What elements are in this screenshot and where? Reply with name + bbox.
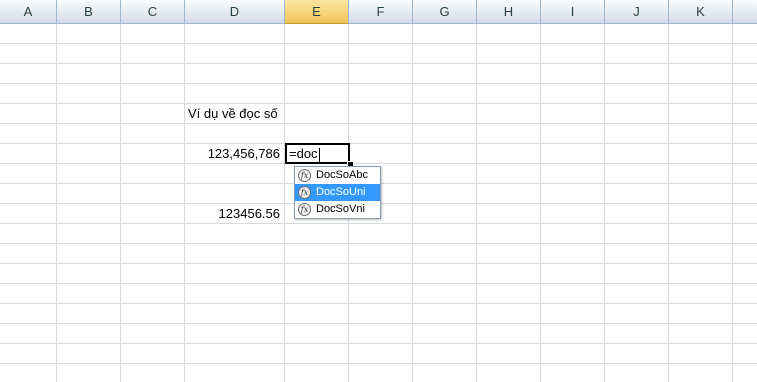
column-header-k[interactable]: K — [669, 0, 733, 24]
function-icon: fx — [298, 186, 311, 199]
cell-d8[interactable]: 123,456,786 — [185, 144, 280, 164]
column-header-overflow — [733, 0, 757, 24]
gridline-horizontal — [0, 123, 757, 124]
column-header-d[interactable]: D — [185, 0, 285, 24]
cell-d6[interactable]: Ví dụ về đọc số — [188, 104, 278, 124]
column-header-g[interactable]: G — [413, 0, 477, 24]
gridline-horizontal — [0, 363, 757, 364]
gridline-horizontal — [0, 223, 757, 224]
gridline-horizontal — [0, 43, 757, 44]
column-header-j[interactable]: J — [605, 0, 669, 24]
function-icon: fx — [298, 169, 311, 182]
column-header-f[interactable]: F — [349, 0, 413, 24]
gridline-horizontal — [0, 323, 757, 324]
autocomplete-item-label: DocSoUni — [316, 186, 366, 198]
gridline-horizontal — [0, 283, 757, 284]
column-header-b[interactable]: B — [57, 0, 121, 24]
column-header-e[interactable]: E — [285, 0, 349, 24]
function-autocomplete-list: fx DocSoAbc fx DocSoUni fx DocSoVni — [294, 166, 381, 219]
autocomplete-item-docsouni[interactable]: fx DocSoUni — [295, 184, 380, 201]
gridline-horizontal — [0, 83, 757, 84]
cell-d11[interactable]: 123456.56 — [185, 204, 280, 224]
formula-text: =doc — [289, 146, 318, 161]
spreadsheet-grid[interactable]: A B C D E F G H I J K Ví dụ về đọc số 12… — [0, 0, 757, 382]
gridline-horizontal — [0, 343, 757, 344]
column-header-a[interactable]: A — [0, 0, 57, 24]
gridline-horizontal — [0, 263, 757, 264]
autocomplete-item-docsovni[interactable]: fx DocSoVni — [295, 201, 380, 218]
autocomplete-item-label: DocSoVni — [316, 203, 365, 215]
column-header-c[interactable]: C — [121, 0, 185, 24]
gridline-horizontal — [0, 63, 757, 64]
gridline-horizontal — [0, 243, 757, 244]
autocomplete-item-docsoabc[interactable]: fx DocSoAbc — [295, 167, 380, 184]
gridline-horizontal — [0, 303, 757, 304]
gridline-horizontal — [0, 143, 757, 144]
column-header-i[interactable]: I — [541, 0, 605, 24]
column-header-h[interactable]: H — [477, 0, 541, 24]
autocomplete-item-label: DocSoAbc — [316, 169, 368, 181]
function-icon: fx — [298, 203, 311, 216]
gridline-horizontal — [0, 163, 757, 164]
gridline-horizontal — [0, 103, 757, 104]
active-cell-editor[interactable]: =doc — [285, 143, 350, 164]
text-caret — [318, 147, 320, 162]
